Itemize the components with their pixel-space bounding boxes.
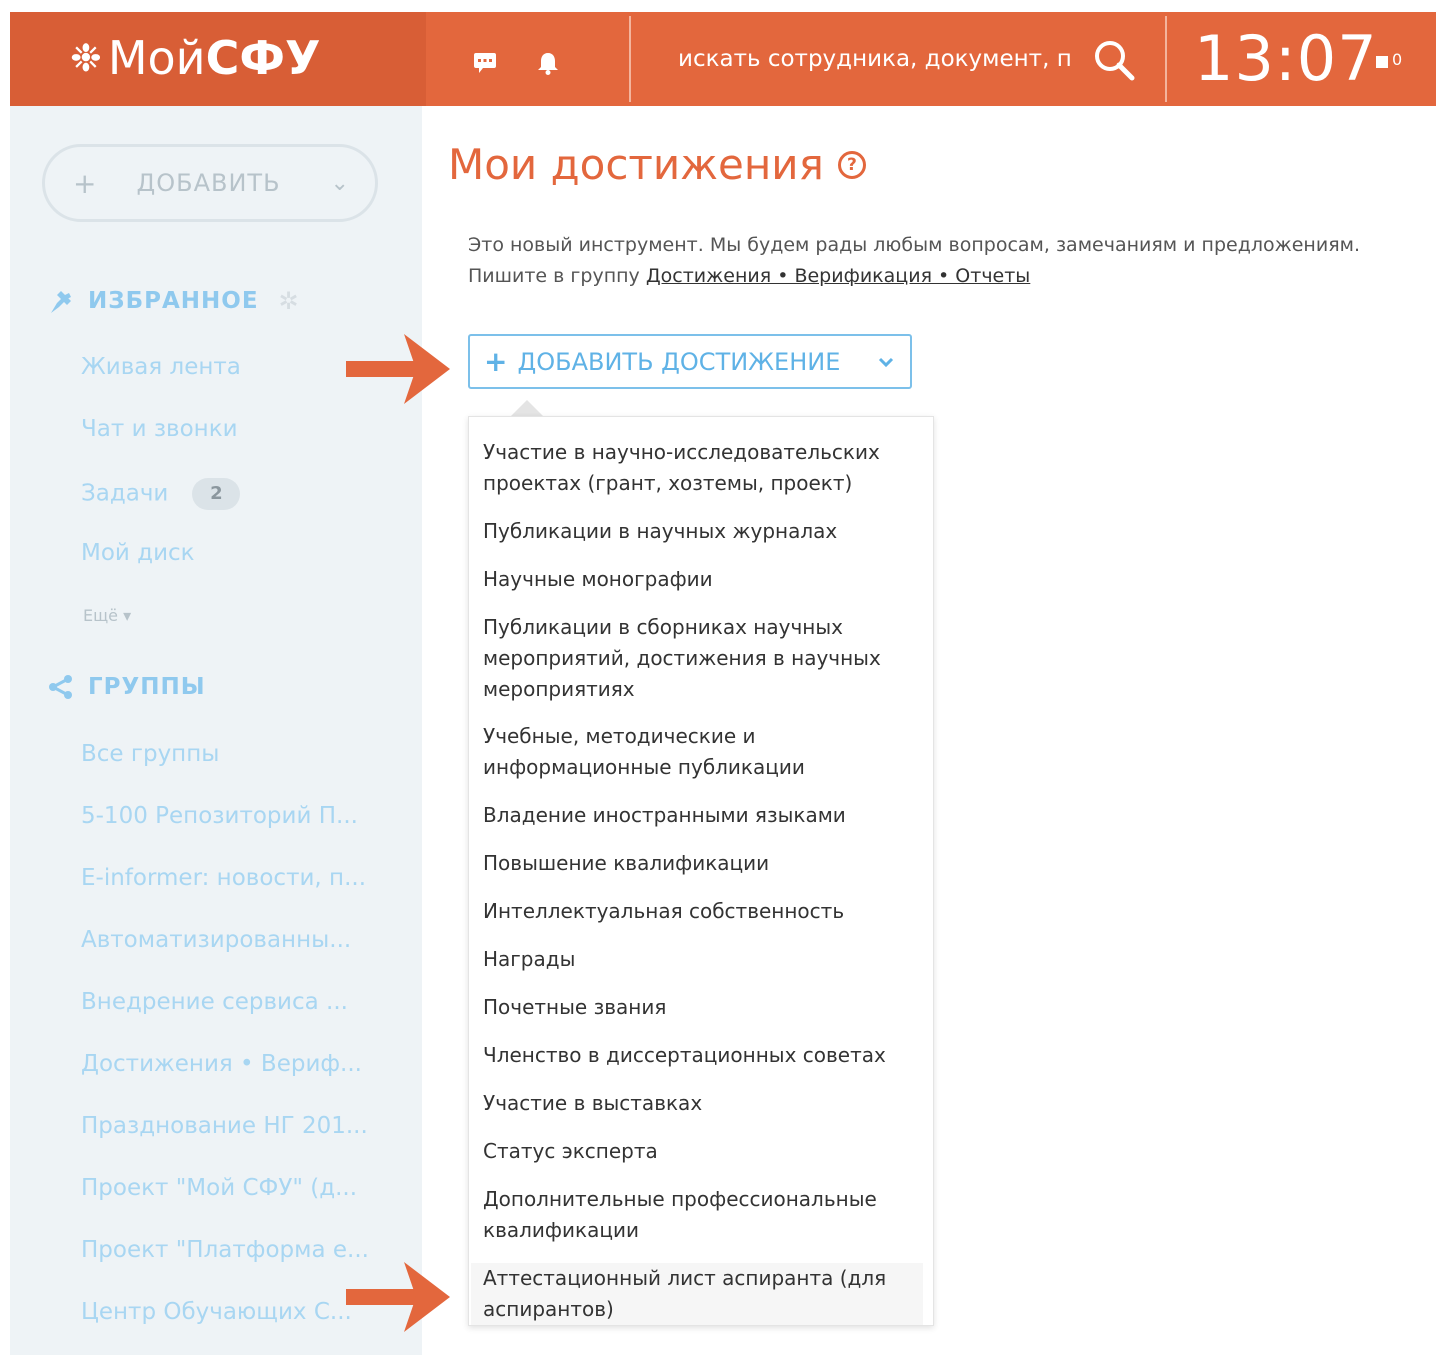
- menu-item[interactable]: Участие в научно-исследовательских проект…: [483, 437, 903, 499]
- gear-icon[interactable]: ✲: [279, 287, 300, 315]
- sidebar-group-item[interactable]: Внедрение сервиса ...: [81, 989, 348, 1015]
- sidebar-item-feed[interactable]: Живая лента: [81, 354, 241, 380]
- sidebar-group-item[interactable]: Достижения • Вериф...: [81, 1051, 362, 1077]
- pin-icon: [46, 286, 76, 316]
- intro-line: Пишите в группу Достижения • Верификация…: [468, 261, 1360, 292]
- menu-item-line: Публикации в научных журналах: [483, 519, 838, 543]
- intro-line: Это новый инструмент. Мы будем рады любы…: [468, 234, 1361, 256]
- more-label: Ещё: [83, 606, 119, 625]
- dropdown-caret: [510, 400, 544, 417]
- menu-item[interactable]: Участие в выставках: [483, 1088, 903, 1119]
- menu-item-line: Членство в диссертационных советах: [483, 1043, 886, 1067]
- menu-item-line: Учебные, методические и: [483, 724, 756, 748]
- sidebar-item-tasks[interactable]: Задачи 2: [81, 478, 241, 510]
- chevron-down-icon: ⌄: [330, 170, 349, 196]
- menu-item-line: Владение иностранными языками: [483, 803, 846, 827]
- intro-text: Это новый инструмент. Мы будем рады любы…: [468, 230, 1360, 292]
- search-icon[interactable]: [1092, 38, 1136, 82]
- sidebar-group-item[interactable]: Все группы: [81, 741, 219, 767]
- plus-icon: +: [73, 166, 97, 200]
- sidebar-group-item[interactable]: 5-100 Репозиторий П...: [81, 803, 358, 829]
- chat-icon[interactable]: [472, 50, 498, 76]
- menu-item-line: Повышение квалификации: [483, 851, 770, 875]
- sidebar-more-link[interactable]: Ещё ▾: [83, 606, 131, 625]
- help-icon[interactable]: ?: [837, 150, 866, 179]
- menu-item-line: Аттестационный лист аспиранта (для: [483, 1266, 887, 1290]
- page-title-text: Мои достижения: [448, 140, 824, 189]
- flag-count: 0: [1392, 50, 1403, 69]
- add-achievement-button[interactable]: + ДОБАВИТЬ ДОСТИЖЕНИЕ: [468, 334, 912, 389]
- bell-icon[interactable]: [535, 50, 561, 76]
- flag-icon: [1376, 56, 1388, 68]
- menu-item-line: мероприятий, достижения в научных: [483, 646, 881, 670]
- menu-item[interactable]: Награды: [483, 944, 903, 975]
- menu-item[interactable]: Владение иностранными языками: [483, 800, 903, 831]
- menu-item[interactable]: Дополнительные профессиональные квалифика…: [483, 1184, 903, 1246]
- logo-text-light: Мой: [107, 31, 206, 85]
- app-logo[interactable]: ❉ Мой СФУ: [70, 28, 320, 88]
- share-icon: [46, 672, 76, 702]
- header-divider: [629, 16, 631, 102]
- menu-item-line: аспирантов): [483, 1297, 614, 1321]
- menu-item-line: Награды: [483, 947, 576, 971]
- sidebar-item-disk[interactable]: Мой диск: [81, 540, 195, 566]
- tasks-count-badge: 2: [192, 478, 241, 510]
- top-header: ❉ Мой СФУ искать сотрудника, документ, п…: [10, 12, 1436, 106]
- menu-item[interactable]: Почетные звания: [483, 992, 903, 1023]
- menu-item-line: информационные публикации: [483, 755, 805, 779]
- menu-item[interactable]: Повышение квалификации: [483, 848, 903, 879]
- sidebar-item-label: Задачи: [81, 480, 169, 507]
- menu-item-line: квалификации: [483, 1218, 639, 1242]
- menu-item-line: Почетные звания: [483, 995, 667, 1019]
- add-achievement-label: ДОБАВИТЬ ДОСТИЖЕНИЕ: [517, 347, 841, 376]
- group-link[interactable]: Достижения • Верификация • Отчеты: [646, 265, 1030, 287]
- menu-item-line: Публикации в сборниках научных: [483, 615, 843, 639]
- sidebar-group-item[interactable]: Проект "Мой СФУ" (д...: [81, 1175, 357, 1201]
- menu-item[interactable]: Интеллектуальная собственность: [483, 896, 903, 927]
- menu-item-line: мероприятиях: [483, 677, 635, 701]
- menu-item-line: Участие в выставках: [483, 1091, 703, 1115]
- sidebar-group-item[interactable]: Празднование НГ 201...: [81, 1113, 368, 1139]
- header-divider: [1165, 16, 1167, 102]
- menu-item[interactable]: Публикации в научных журналах: [483, 516, 903, 547]
- menu-item-line: Участие в научно-исследовательских: [483, 440, 880, 464]
- annotation-arrow-icon: [346, 1262, 450, 1332]
- menu-item[interactable]: Учебные, методические и информационные пу…: [483, 721, 903, 783]
- groups-title-text: ГРУППЫ: [88, 674, 206, 700]
- favorites-title-text: ИЗБРАННОЕ: [88, 288, 259, 314]
- sidebar-group-item[interactable]: Проект "Платформа е...: [81, 1237, 369, 1263]
- intro-prefix: Пишите в группу: [468, 265, 646, 287]
- menu-item[interactable]: Статус эксперта: [483, 1136, 903, 1167]
- menu-item-line: проектах (грант, хозтемы, проект): [483, 471, 853, 495]
- add-button-label: ДОБАВИТЬ: [136, 169, 281, 197]
- sidebar: + ДОБАВИТЬ ⌄ ИЗБРАННОЕ ✲ Живая лента Чат…: [10, 106, 422, 1355]
- logo-flower-icon: ❉: [70, 36, 102, 80]
- search-input[interactable]: искать сотрудника, документ, прс: [678, 46, 1073, 72]
- clock: 13:07: [1194, 22, 1378, 95]
- sidebar-item-chat[interactable]: Чат и звонки: [81, 416, 238, 442]
- logo-text-bold: СФУ: [205, 31, 321, 85]
- menu-item[interactable]: Научные монографии: [483, 564, 903, 595]
- flag-counter[interactable]: 0: [1376, 50, 1402, 69]
- chevron-down-icon: [876, 350, 896, 378]
- achievement-type-menu: Участие в научно-исследовательских проект…: [468, 416, 934, 1326]
- menu-item[interactable]: Членство в диссертационных советах: [483, 1040, 903, 1071]
- sidebar-add-button[interactable]: + ДОБАВИТЬ ⌄: [42, 144, 378, 222]
- menu-item-line: Статус эксперта: [483, 1139, 658, 1163]
- sidebar-group-item[interactable]: Центр Обучающих С...: [81, 1299, 352, 1325]
- groups-section-title[interactable]: ГРУППЫ: [46, 672, 206, 702]
- menu-item[interactable]: Публикации в сборниках научных мероприяти…: [483, 612, 903, 705]
- caret-down-icon: ▾: [123, 606, 132, 625]
- annotation-arrow-icon: [346, 334, 450, 404]
- menu-item-line: Дополнительные профессиональные: [483, 1187, 877, 1211]
- menu-item-line: Интеллектуальная собственность: [483, 899, 845, 923]
- page-title: Мои достижения ?: [448, 140, 866, 189]
- menu-item-highlighted[interactable]: Аттестационный лист аспиранта (для аспира…: [471, 1263, 923, 1325]
- sidebar-group-item[interactable]: E-informer: новости, п...: [81, 865, 366, 891]
- sidebar-group-item[interactable]: Автоматизированны...: [81, 927, 351, 953]
- menu-item-line: Научные монографии: [483, 567, 713, 591]
- plus-icon: +: [484, 345, 508, 378]
- favorites-section-title[interactable]: ИЗБРАННОЕ ✲: [46, 286, 300, 316]
